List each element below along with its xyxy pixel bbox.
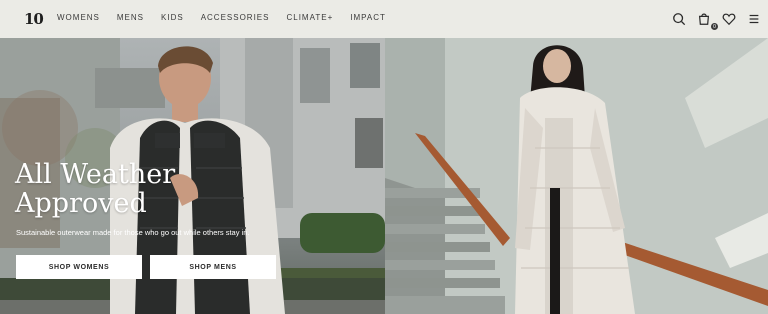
- main-nav: WOMENS MENS KIDS ACCESSORIES CLIMATE+ IM…: [57, 13, 403, 22]
- logo-text: 10: [24, 10, 44, 28]
- hero-image-men: All Weather Approved Sustainable outerwe…: [0, 38, 385, 314]
- hero-banner: All Weather Approved Sustainable outerwe…: [0, 38, 768, 314]
- search-button[interactable]: [667, 9, 691, 29]
- search-icon: [673, 13, 686, 26]
- nav-item-kids[interactable]: KIDS: [161, 13, 184, 22]
- headline-line-2: Approved: [15, 188, 147, 219]
- site-header: 10 WOMENS MENS KIDS ACCESSORIES CLIMATE+…: [0, 0, 768, 38]
- heart-icon: [722, 13, 736, 26]
- hero-subheadline: Sustainable outerwear made for those who…: [16, 228, 250, 237]
- hero-image-women: [385, 38, 768, 314]
- headline-line-1: All Weather: [15, 159, 176, 190]
- menu-button[interactable]: [742, 9, 766, 29]
- wishlist-button[interactable]: [717, 9, 741, 29]
- nav-item-womens[interactable]: WOMENS: [57, 13, 100, 22]
- shop-womens-button[interactable]: SHOP WOMENS: [16, 255, 142, 279]
- menu-icon: [749, 14, 759, 24]
- nav-item-impact[interactable]: IMPACT: [350, 13, 386, 22]
- hero-headline: All Weather Approved: [15, 160, 175, 218]
- brand-logo[interactable]: 10: [24, 10, 44, 28]
- nav-item-climate[interactable]: CLIMATE+: [286, 13, 333, 22]
- cart-count-badge: 0: [711, 23, 718, 30]
- cart-icon: [698, 13, 710, 25]
- nav-item-accessories[interactable]: ACCESSORIES: [201, 13, 270, 22]
- shop-mens-button[interactable]: SHOP MENS: [150, 255, 276, 279]
- nav-item-mens[interactable]: MENS: [117, 13, 144, 22]
- header-icons: 0: [667, 9, 768, 30]
- cart-button[interactable]: 0: [692, 9, 718, 30]
- women-photo-illustration: [385, 38, 768, 314]
